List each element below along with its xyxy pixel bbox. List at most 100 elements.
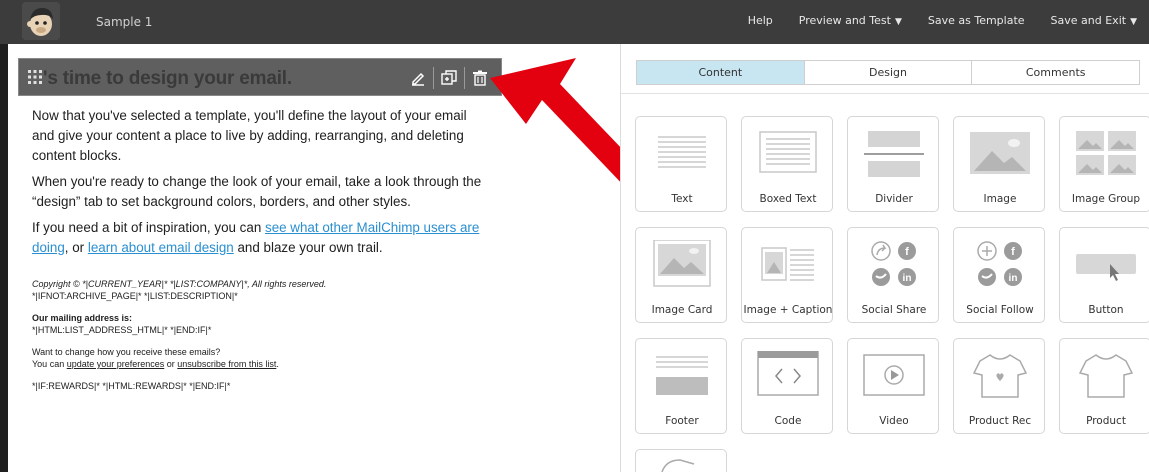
video-block-card[interactable]: Video [847, 338, 939, 434]
block-label: Product [1086, 415, 1126, 427]
block-label: Video [879, 415, 909, 427]
update-preferences-link[interactable]: update your preferences [67, 359, 165, 369]
button-block-icon [1076, 254, 1136, 281]
chevron-down-icon: ▼ [1130, 17, 1137, 27]
text-run: If you need a bit of inspiration, you ca… [32, 220, 265, 235]
save-and-exit-menu[interactable]: Save and Exit ▼ [1051, 14, 1137, 27]
tag-icon [661, 459, 695, 472]
text-run: , or [64, 240, 88, 255]
code-block-icon [757, 351, 819, 396]
svg-text:in: in [903, 273, 912, 284]
block-label: Divider [875, 193, 913, 205]
save-exit-label: Save and Exit [1050, 14, 1127, 27]
social-follow-block-card[interactable]: f in Social Follow [953, 227, 1045, 323]
block-label: Image Group [1071, 193, 1141, 205]
block-label: Code [774, 415, 802, 427]
footer-block-card[interactable]: Footer [635, 338, 727, 434]
social-share-block-icon: f in [871, 241, 916, 286]
top-nav: Help Preview and Test ▼ Save as Template … [748, 14, 1137, 27]
tabs-header: Content Design Comments [621, 44, 1149, 94]
block-label: Social Follow [966, 304, 1034, 316]
block-label: Footer [665, 415, 699, 427]
block-label: Product Rec [968, 415, 1032, 427]
address-text: *|HTML:LIST_ADDRESS_HTML|* *|END:IF|* [32, 325, 212, 335]
tab-design[interactable]: Design [804, 61, 973, 84]
block-label: Image + Caption [743, 304, 833, 316]
image-group-block-card[interactable]: Image Group [1059, 116, 1149, 212]
block-label: Button [1088, 304, 1124, 316]
divider-block-card[interactable]: Divider [847, 116, 939, 212]
image-card-block-icon [653, 240, 711, 287]
block-label: Boxed Text [759, 193, 817, 205]
mailchimp-logo-icon[interactable] [22, 2, 60, 40]
image-block-card[interactable]: Image [953, 116, 1045, 212]
button-block-card[interactable]: Button [1059, 227, 1149, 323]
email-footer[interactable]: Copyright © *|CURRENT_YEAR|* *|LIST:COMP… [32, 278, 472, 402]
divider-block-icon [864, 131, 924, 177]
preview-label: Preview and Test [798, 14, 891, 27]
address-heading: Our mailing address is: [32, 313, 133, 323]
drag-handle-icon[interactable] [27, 69, 43, 85]
block-label: Social Share [861, 304, 927, 316]
boxed-text-block-card[interactable]: Boxed Text [741, 116, 833, 212]
pencil-icon [412, 72, 425, 86]
image-card-block-card[interactable]: Image Card [635, 227, 727, 323]
footer-block-icon [656, 356, 708, 395]
product-block-icon [1078, 354, 1134, 398]
help-link[interactable]: Help [748, 14, 773, 27]
blocks-panel: Content Design Comments Text Boxed Text [621, 44, 1149, 472]
body-paragraph: If you need a bit of inspiration, you ca… [32, 218, 482, 258]
email-design-link[interactable]: learn about email design [88, 240, 234, 255]
text-run: and blaze your own trail. [233, 240, 383, 255]
footer-rewards: *|IF:REWARDS|* *|HTML:REWARDS|* *|END:IF… [32, 381, 231, 391]
top-bar: Sample 1 Help Preview and Test ▼ Save as … [0, 0, 1149, 44]
block-label: Text [671, 193, 693, 205]
partial-block-card[interactable] [635, 449, 727, 472]
product-rec-block-icon [972, 354, 1028, 398]
unsubscribe-link[interactable]: unsubscribe from this list [177, 359, 276, 369]
image-caption-block-card[interactable]: Image + Caption [741, 227, 833, 323]
selected-block-toolbar[interactable]: 's time to design your email. [18, 58, 502, 96]
archive-text: *|IFNOT:ARCHIVE_PAGE|* *|LIST:DESCRIPTIO… [32, 291, 238, 301]
save-as-template-button[interactable]: Save as Template [928, 14, 1025, 27]
footer-copyright: Copyright © *|CURRENT_YEAR|* *|LIST:COMP… [32, 278, 472, 302]
svg-text:f: f [905, 246, 909, 258]
duplicate-block-button[interactable] [434, 65, 464, 91]
image-caption-block-icon [761, 247, 814, 281]
tab-comments[interactable]: Comments [972, 61, 1140, 84]
block-label: Image Card [651, 304, 713, 316]
product-block-card[interactable]: Product [1059, 338, 1149, 434]
email-body-text[interactable]: Now that you've selected a template, you… [32, 106, 482, 264]
code-block-card[interactable]: Code [741, 338, 833, 434]
duplicate-icon [441, 70, 457, 85]
edit-block-button[interactable] [403, 65, 433, 91]
boxed-text-block-icon [759, 131, 817, 173]
body-paragraph: When you're ready to change the look of … [32, 174, 482, 209]
social-share-block-card[interactable]: f in Social Share [847, 227, 939, 323]
body-paragraph: Now that you've selected a template, you… [32, 108, 467, 163]
image-block-icon [970, 132, 1030, 174]
text-run: or [164, 359, 178, 369]
panel-tabs: Content Design Comments [636, 60, 1140, 85]
image-group-block-icon [1076, 131, 1136, 175]
text-block-card[interactable]: Text [635, 116, 727, 212]
footer-preferences: Want to change how you receive these ema… [32, 346, 472, 370]
document-title[interactable]: Sample 1 [96, 15, 152, 29]
preview-and-test-menu[interactable]: Preview and Test ▼ [799, 14, 902, 27]
left-edge-strip [0, 44, 8, 472]
block-heading-text: 's time to design your email. [43, 68, 292, 89]
chevron-down-icon: ▼ [894, 17, 902, 27]
text-block-icon [658, 136, 706, 168]
svg-text:f: f [1011, 246, 1015, 258]
text-run: You can [32, 359, 67, 369]
social-follow-block-icon: f in [977, 241, 1022, 286]
tab-content[interactable]: Content [637, 61, 805, 84]
svg-text:in: in [1009, 273, 1018, 284]
video-block-icon [863, 354, 925, 396]
change-question: Want to change how you receive these ema… [32, 347, 221, 357]
block-label: Image [983, 193, 1017, 205]
product-rec-block-card[interactable]: Product Rec [953, 338, 1045, 434]
text-run: . [276, 359, 279, 369]
copyright-text: Copyright © *|CURRENT_YEAR|* *|LIST:COMP… [32, 279, 327, 289]
footer-address: Our mailing address is: *|HTML:LIST_ADDRE… [32, 312, 472, 336]
